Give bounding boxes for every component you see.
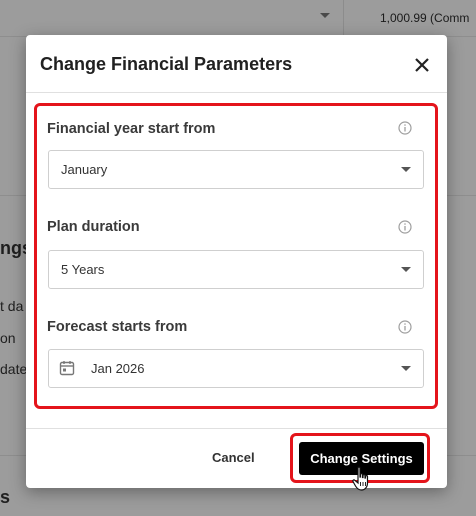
background-amount: 1,000.99 (Comm xyxy=(380,11,470,25)
background-divider xyxy=(343,0,344,36)
highlight-box-fields xyxy=(34,103,438,409)
dialog-title: Change Financial Parameters xyxy=(40,54,293,74)
background-section-heading: s xyxy=(0,487,11,507)
dialog-footer-divider xyxy=(26,428,447,429)
background-row-label: date xyxy=(0,361,28,377)
background-row-label: on xyxy=(0,330,16,346)
close-icon xyxy=(415,58,429,72)
close-button[interactable] xyxy=(411,54,433,76)
change-financial-parameters-dialog: Change Financial Parameters Financial ye… xyxy=(26,35,447,488)
background-dropdown-caret-icon xyxy=(320,13,330,18)
hand-cursor-icon xyxy=(352,466,369,491)
cancel-button[interactable]: Cancel xyxy=(212,450,255,465)
background-row-label: t da xyxy=(0,298,24,314)
dialog-divider xyxy=(26,92,447,93)
